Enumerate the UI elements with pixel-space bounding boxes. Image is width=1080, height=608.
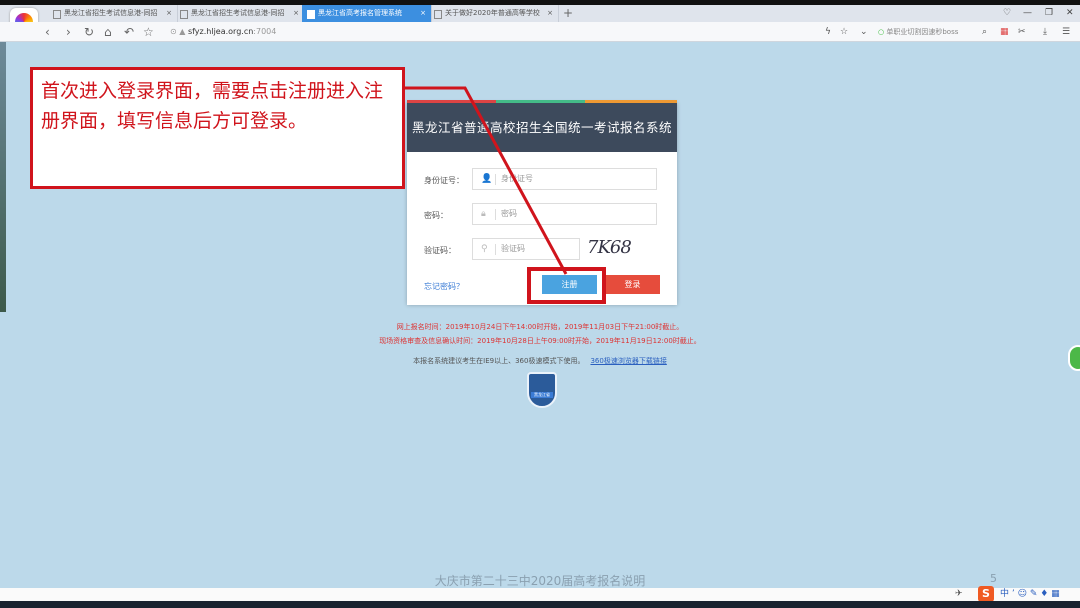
slide-footer: 大庆市第二十三中2020届高考报名说明: [434, 574, 646, 588]
taskbar: [0, 601, 1080, 608]
ime-logo[interactable]: S: [978, 586, 994, 602]
status-bar: [0, 588, 1080, 601]
page-number: 5: [990, 572, 997, 585]
side-float-button[interactable]: [1068, 345, 1080, 371]
ime-mode[interactable]: 中: [1000, 589, 1009, 599]
annotation-arrow-line: [405, 86, 568, 275]
ime-toolbar[interactable]: 中 ʼ ☺ ✎ ♦ ▦: [1000, 588, 1060, 601]
